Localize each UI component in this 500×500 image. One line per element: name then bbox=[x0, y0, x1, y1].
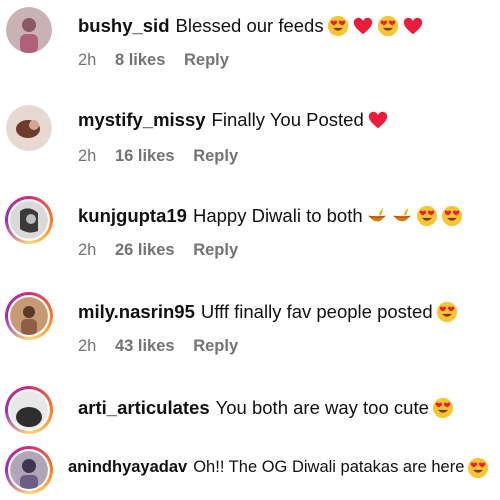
comment-item: anindhyayadav Oh!! The OG Diwali patakas… bbox=[0, 446, 500, 500]
comment-text: Ufff finally fav people posted bbox=[200, 300, 433, 322]
comment-text: Finally You Posted bbox=[211, 108, 364, 130]
comment-likes[interactable]: 8 likes bbox=[115, 51, 165, 69]
comment-text: Blessed our feeds bbox=[175, 14, 324, 36]
comment-text: You both are way too cute bbox=[215, 396, 429, 418]
comment-time[interactable]: 2h bbox=[78, 337, 96, 355]
comment-item: bushy_sid Blessed our feeds 2h 8 likes R… bbox=[0, 6, 500, 88]
comment-likes[interactable]: 43 likes bbox=[115, 337, 175, 355]
avatar-image bbox=[6, 105, 52, 151]
avatar[interactable] bbox=[5, 292, 53, 340]
comment-username[interactable]: mystify_missy bbox=[78, 109, 206, 131]
red-heart-emoji-icon bbox=[353, 17, 372, 35]
avatar-image bbox=[10, 201, 48, 239]
reply-button[interactable]: Reply bbox=[193, 147, 238, 165]
heart-eyes-emoji-icon bbox=[327, 16, 348, 37]
comment-username[interactable]: mily.nasrin95 bbox=[78, 301, 195, 323]
comment-item: mystify_missy Finally You Posted 2h 16 l… bbox=[0, 104, 500, 184]
diya-lamp-emoji-icon bbox=[368, 207, 386, 222]
comment-username[interactable]: kunjgupta19 bbox=[78, 205, 187, 227]
comment-text: Happy Diwali to both bbox=[192, 204, 363, 226]
avatar[interactable] bbox=[5, 196, 53, 244]
heart-eyes-emoji-icon bbox=[436, 302, 457, 323]
avatar[interactable] bbox=[5, 6, 53, 54]
reply-button[interactable]: Reply bbox=[193, 337, 238, 355]
comment-item: kunjgupta19 Happy Diwali to both 2h 26 l… bbox=[0, 196, 500, 276]
diya-lamp-emoji-icon bbox=[393, 207, 411, 222]
avatar-image bbox=[10, 297, 48, 335]
reply-button[interactable]: Reply bbox=[184, 51, 229, 69]
avatar-image bbox=[10, 451, 48, 489]
comment-time[interactable]: 2h bbox=[78, 51, 96, 69]
heart-eyes-emoji-icon bbox=[416, 206, 437, 227]
comment-text: Oh!! The OG Diwali patakas are here bbox=[193, 458, 465, 477]
heart-eyes-emoji-icon bbox=[432, 398, 453, 419]
comment-time[interactable]: 2h bbox=[78, 241, 96, 259]
avatar-image bbox=[10, 391, 48, 429]
red-heart-emoji-icon bbox=[403, 17, 422, 35]
avatar[interactable] bbox=[5, 386, 53, 434]
comment-time[interactable]: 2h bbox=[78, 147, 96, 165]
comment-item: mily.nasrin95 Ufff finally fav people po… bbox=[0, 292, 500, 372]
reply-button[interactable]: Reply bbox=[193, 241, 238, 259]
comment-likes[interactable]: 26 likes bbox=[115, 241, 175, 259]
heart-eyes-emoji-icon bbox=[377, 16, 398, 37]
comment-username[interactable]: bushy_sid bbox=[78, 15, 170, 37]
heart-eyes-emoji-icon bbox=[468, 457, 489, 478]
avatar[interactable] bbox=[5, 446, 53, 494]
comment-item: arti_articulates You both are way too cu… bbox=[0, 386, 500, 436]
avatar-image bbox=[6, 7, 52, 53]
red-heart-emoji-icon bbox=[368, 111, 387, 129]
comment-username[interactable]: arti_articulates bbox=[78, 397, 210, 419]
heart-eyes-emoji-icon bbox=[441, 206, 462, 227]
comment-username[interactable]: anindhyayadav bbox=[68, 456, 187, 478]
comment-likes[interactable]: 16 likes bbox=[115, 147, 175, 165]
avatar[interactable] bbox=[5, 104, 53, 152]
